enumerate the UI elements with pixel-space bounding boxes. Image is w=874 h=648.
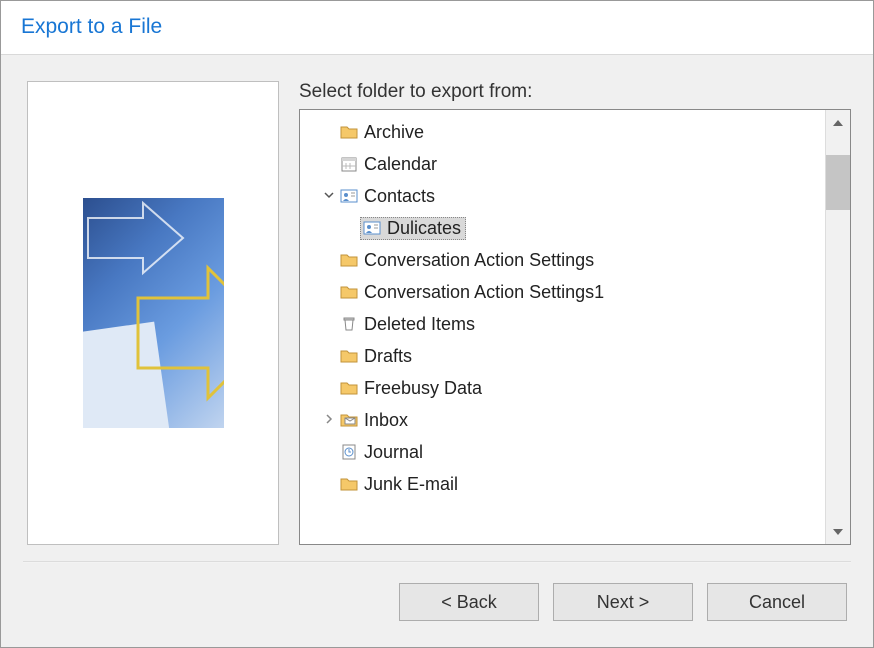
select-folder-label: Select folder to export from:: [299, 81, 851, 103]
dialog-content: Select folder to export from: Archive Cal…: [1, 55, 873, 555]
folder-icon: [340, 349, 358, 363]
dialog-title: Export to a File: [21, 15, 853, 39]
title-bar: Export to a File: [1, 1, 873, 55]
folder-label: Freebusy Data: [364, 378, 482, 399]
folder-label: Conversation Action Settings1: [364, 282, 604, 303]
folder-junk-e-mail[interactable]: Junk E-mail: [340, 468, 825, 500]
folder-label: Dulicates: [387, 218, 461, 239]
scroll-up-button[interactable]: [826, 110, 850, 135]
folder-label: Conversation Action Settings: [364, 250, 594, 271]
scroll-thumb[interactable]: [826, 155, 850, 210]
folder-tree-scrollbar[interactable]: [825, 110, 850, 544]
folder-icon: [340, 477, 358, 491]
folder-select-panel: Select folder to export from: Archive Cal…: [299, 81, 851, 545]
folder-icon: [340, 125, 358, 139]
folder-label: Inbox: [364, 410, 408, 431]
folder-dulicates[interactable]: Dulicates: [340, 212, 825, 244]
folder-label: Archive: [364, 122, 424, 143]
folder-contacts[interactable]: Contacts: [340, 180, 825, 212]
wizard-arrow-graphic: [83, 198, 224, 428]
expander-icon[interactable]: [322, 190, 336, 203]
wizard-button-row: < Back Next > Cancel: [1, 563, 873, 621]
contacts-icon: [363, 221, 381, 235]
back-button[interactable]: < Back: [399, 583, 539, 621]
folder-drafts[interactable]: Drafts: [340, 340, 825, 372]
folder-icon: [340, 381, 358, 395]
contacts-icon: [340, 189, 358, 203]
journal-icon: [340, 445, 358, 459]
folder-label: Calendar: [364, 154, 437, 175]
folder-label: Junk E-mail: [364, 474, 458, 495]
folder-conversation-action-settings1[interactable]: Conversation Action Settings1: [340, 276, 825, 308]
wizard-graphic-panel: [27, 81, 279, 545]
folder-archive[interactable]: Archive: [340, 116, 825, 148]
folder-journal[interactable]: Journal: [340, 436, 825, 468]
expander-icon[interactable]: [322, 414, 336, 427]
folder-icon: [340, 285, 358, 299]
trash-icon: [340, 317, 358, 331]
scroll-down-button[interactable]: [826, 519, 850, 544]
folder-conversation-action-settings[interactable]: Conversation Action Settings: [340, 244, 825, 276]
cancel-button[interactable]: Cancel: [707, 583, 847, 621]
folder-freebusy-data[interactable]: Freebusy Data: [340, 372, 825, 404]
calendar-icon: [340, 157, 358, 171]
folder-label: Drafts: [364, 346, 412, 367]
next-button[interactable]: Next >: [553, 583, 693, 621]
inbox-icon: [340, 413, 358, 427]
folder-label: Contacts: [364, 186, 435, 207]
scroll-track[interactable]: [826, 135, 850, 519]
folder-calendar[interactable]: Calendar: [340, 148, 825, 180]
folder-icon: [340, 253, 358, 267]
folder-label: Deleted Items: [364, 314, 475, 335]
folder-deleted-items[interactable]: Deleted Items: [340, 308, 825, 340]
folder-label: Journal: [364, 442, 423, 463]
folder-tree[interactable]: Archive Calendar Contacts Dulicates Conversa…: [299, 109, 851, 545]
folder-inbox[interactable]: Inbox: [340, 404, 825, 436]
